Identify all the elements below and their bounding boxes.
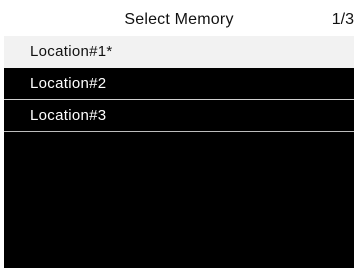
memory-location-3[interactable]: Location#3 <box>4 100 354 132</box>
page-title: Select Memory <box>124 11 234 28</box>
page-indicator: 1/3 <box>331 11 354 28</box>
memory-location-1[interactable]: Location#1* <box>4 36 354 68</box>
title-bar: Select Memory 1/3 <box>4 4 354 36</box>
device-screen: Select Memory 1/3 Location#1* Location#2… <box>0 0 358 272</box>
memory-location-2[interactable]: Location#2 <box>4 68 354 100</box>
memory-location-list: Location#1* Location#2 Location#3 <box>4 36 354 132</box>
